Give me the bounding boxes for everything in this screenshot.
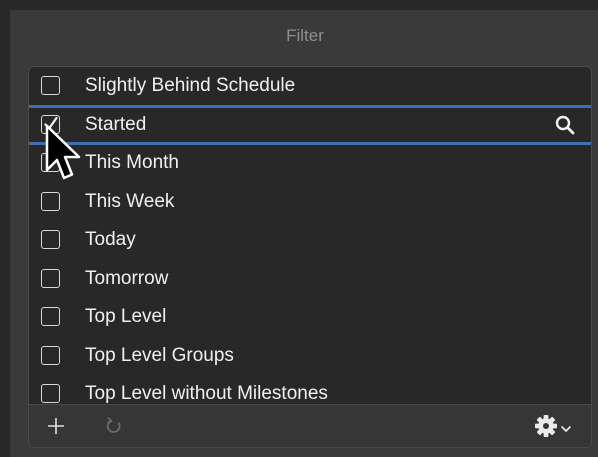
checkbox[interactable] xyxy=(41,268,60,288)
list-item[interactable]: This Week xyxy=(29,183,591,222)
list-item-label: Tomorrow xyxy=(85,267,169,289)
list-item-label: This Week xyxy=(85,190,175,212)
list-item-label: Today xyxy=(85,229,136,251)
filter-panel: Filter Slightly Behind Schedule Started xyxy=(10,10,598,457)
gear-menu-icon[interactable] xyxy=(533,413,579,444)
checkbox[interactable] xyxy=(41,345,60,365)
panel-title: Filter xyxy=(286,26,324,45)
list-item[interactable]: This Month xyxy=(29,144,591,183)
checkbox[interactable] xyxy=(41,307,60,327)
list-footer-toolbar xyxy=(29,404,591,447)
filter-rows[interactable]: Slightly Behind Schedule Started This Mo… xyxy=(29,67,591,404)
list-item-label: Started xyxy=(85,113,147,135)
list-item[interactable]: Top Level without Milestones xyxy=(29,375,591,404)
list-item[interactable]: Top Level xyxy=(29,298,591,337)
list-item[interactable]: Today xyxy=(29,221,591,260)
refresh-icon[interactable] xyxy=(101,413,127,444)
checkbox[interactable] xyxy=(41,191,60,211)
list-item[interactable]: Tomorrow xyxy=(29,260,591,299)
filter-list: Slightly Behind Schedule Started This Mo… xyxy=(28,66,592,448)
list-item[interactable]: Slightly Behind Schedule xyxy=(29,67,591,106)
checkbox[interactable] xyxy=(41,76,60,96)
checkbox[interactable] xyxy=(41,230,60,250)
list-item-label: This Month xyxy=(85,152,179,174)
list-item[interactable]: Top Level Groups xyxy=(29,337,591,376)
search-icon[interactable] xyxy=(555,115,575,140)
checkbox[interactable] xyxy=(41,384,60,404)
plus-icon[interactable] xyxy=(43,413,69,444)
list-item-label: Top Level xyxy=(85,306,167,328)
list-item-label: Slightly Behind Schedule xyxy=(85,75,296,97)
list-item-selected[interactable]: Started xyxy=(29,104,591,145)
list-item-label: Top Level Groups xyxy=(85,344,234,366)
mouse-pointer-icon xyxy=(44,124,84,193)
list-item-label: Top Level without Milestones xyxy=(85,383,328,404)
